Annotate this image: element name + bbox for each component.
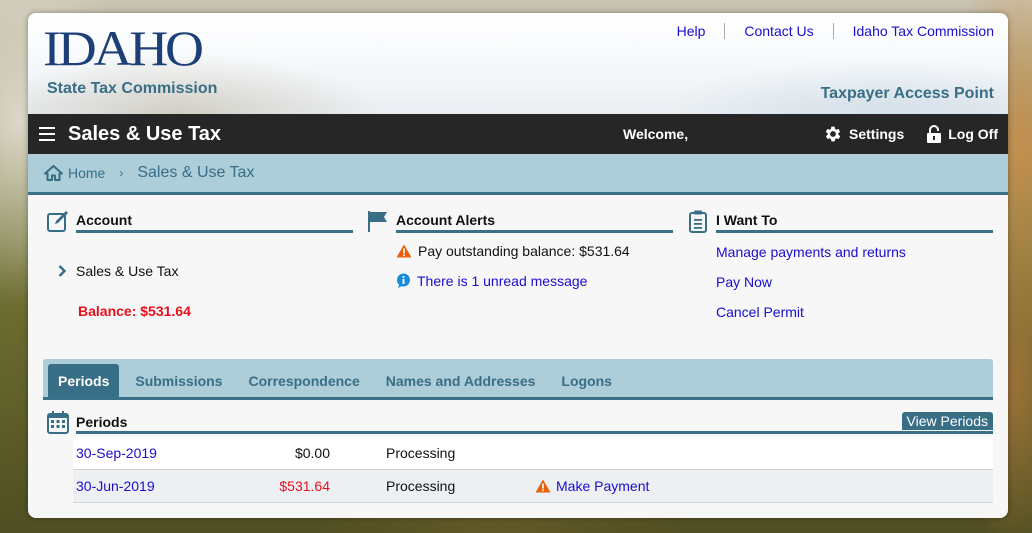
table-row: 30-Sep-2019 $0.00 Processing <box>73 437 993 470</box>
site-header: IDAHO State Tax Commission Help Contact … <box>28 13 1008 114</box>
account-item[interactable]: Sales & Use Tax <box>58 263 178 279</box>
alert-balance-text: Pay outstanding balance: $531.64 <box>418 243 630 259</box>
idaho-logo[interactable]: IDAHO <box>43 23 204 73</box>
breadcrumb: Home › Sales & Use Tax <box>28 154 1008 195</box>
warning-icon <box>396 244 412 258</box>
settings-label: Settings <box>849 126 905 142</box>
lock-icon <box>927 125 942 143</box>
periods-header: Periods View Periods <box>46 410 993 434</box>
tab-correspondence[interactable]: Correspondence <box>239 364 370 397</box>
view-periods-button[interactable]: View Periods <box>901 412 993 430</box>
alert-unread-text: There is 1 unread message <box>417 273 588 289</box>
tab-names-and-addresses[interactable]: Names and Addresses <box>376 364 546 397</box>
alert-balance: Pay outstanding balance: $531.64 <box>396 243 673 259</box>
pay-now-link[interactable]: Pay Now <box>716 274 993 290</box>
account-panel: Account <box>46 209 353 233</box>
breadcrumb-home-label: Home <box>68 165 106 181</box>
breadcrumb-home[interactable]: Home <box>44 165 105 181</box>
period-date-link[interactable]: 30-Jun-2019 <box>76 478 155 494</box>
tab-periods[interactable]: Periods <box>48 364 120 397</box>
summary-panels: Account Sales & Use Tax Balance: $531.64… <box>28 195 1008 357</box>
edit-icon <box>47 211 68 232</box>
make-payment-link[interactable]: Make Payment <box>535 478 649 494</box>
i-want-to-panel: I Want To Manage payments and returns Pa… <box>686 209 993 320</box>
period-status: Processing <box>386 478 456 494</box>
alert-unread-message[interactable]: There is 1 unread message <box>396 273 673 289</box>
breadcrumb-separator: › <box>119 166 124 180</box>
gear-icon <box>825 126 841 142</box>
tab-bar: Periods Submissions Correspondence Names… <box>43 359 993 400</box>
tab-submissions[interactable]: Submissions <box>125 364 232 397</box>
help-link[interactable]: Help <box>658 23 725 39</box>
tab-logons[interactable]: Logons <box>551 364 622 397</box>
account-balance: Balance: $531.64 <box>78 303 191 319</box>
menu-icon[interactable] <box>39 127 55 141</box>
account-title: Account <box>76 212 353 233</box>
period-status: Processing <box>386 445 456 461</box>
period-amount: $0.00 <box>294 445 330 461</box>
warning-icon <box>535 479 551 493</box>
flag-icon <box>368 211 387 232</box>
manage-payments-link[interactable]: Manage payments and returns <box>716 244 993 260</box>
periods-title: Periods <box>76 414 128 430</box>
i-want-to-title: I Want To <box>716 212 993 233</box>
navbar: Sales & Use Tax Welcome, Settings Log Of… <box>28 114 1008 154</box>
make-payment-label: Make Payment <box>556 478 650 494</box>
info-icon <box>397 273 410 288</box>
home-icon <box>44 165 63 181</box>
breadcrumb-current: Sales & Use Tax <box>137 164 255 181</box>
idaho-tax-commission-link[interactable]: Idaho Tax Commission <box>834 23 994 39</box>
portal-name: Taxpayer Access Point <box>820 85 994 102</box>
alerts-title: Account Alerts <box>396 212 673 233</box>
logo-subtitle: State Tax Commission <box>47 80 218 97</box>
cancel-permit-link[interactable]: Cancel Permit <box>716 304 993 320</box>
periods-table: 30-Sep-2019 $0.00 Processing 30-Jun-2019… <box>73 437 993 503</box>
page-title: Sales & Use Tax <box>68 122 222 145</box>
clipboard-icon <box>689 210 707 233</box>
top-links: Help Contact Us Idaho Tax Commission <box>658 23 994 39</box>
log-off-label: Log Off <box>948 126 998 142</box>
contact-us-link[interactable]: Contact Us <box>725 23 832 39</box>
welcome-text: Welcome, <box>623 126 689 142</box>
chevron-right-icon <box>58 265 66 277</box>
alerts-panel: Account Alerts Pay outstanding balance: … <box>366 209 673 289</box>
period-amount: $531.64 <box>279 478 330 494</box>
settings-button[interactable]: Settings <box>823 124 904 144</box>
account-item-label: Sales & Use Tax <box>76 263 179 279</box>
table-row: 30-Jun-2019 $531.64 Processing Make Paym… <box>73 470 993 503</box>
main-window: IDAHO State Tax Commission Help Contact … <box>28 13 1008 518</box>
log-off-button[interactable]: Log Off <box>926 124 998 144</box>
calendar-icon <box>47 411 69 434</box>
period-date-link[interactable]: 30-Sep-2019 <box>76 445 157 461</box>
